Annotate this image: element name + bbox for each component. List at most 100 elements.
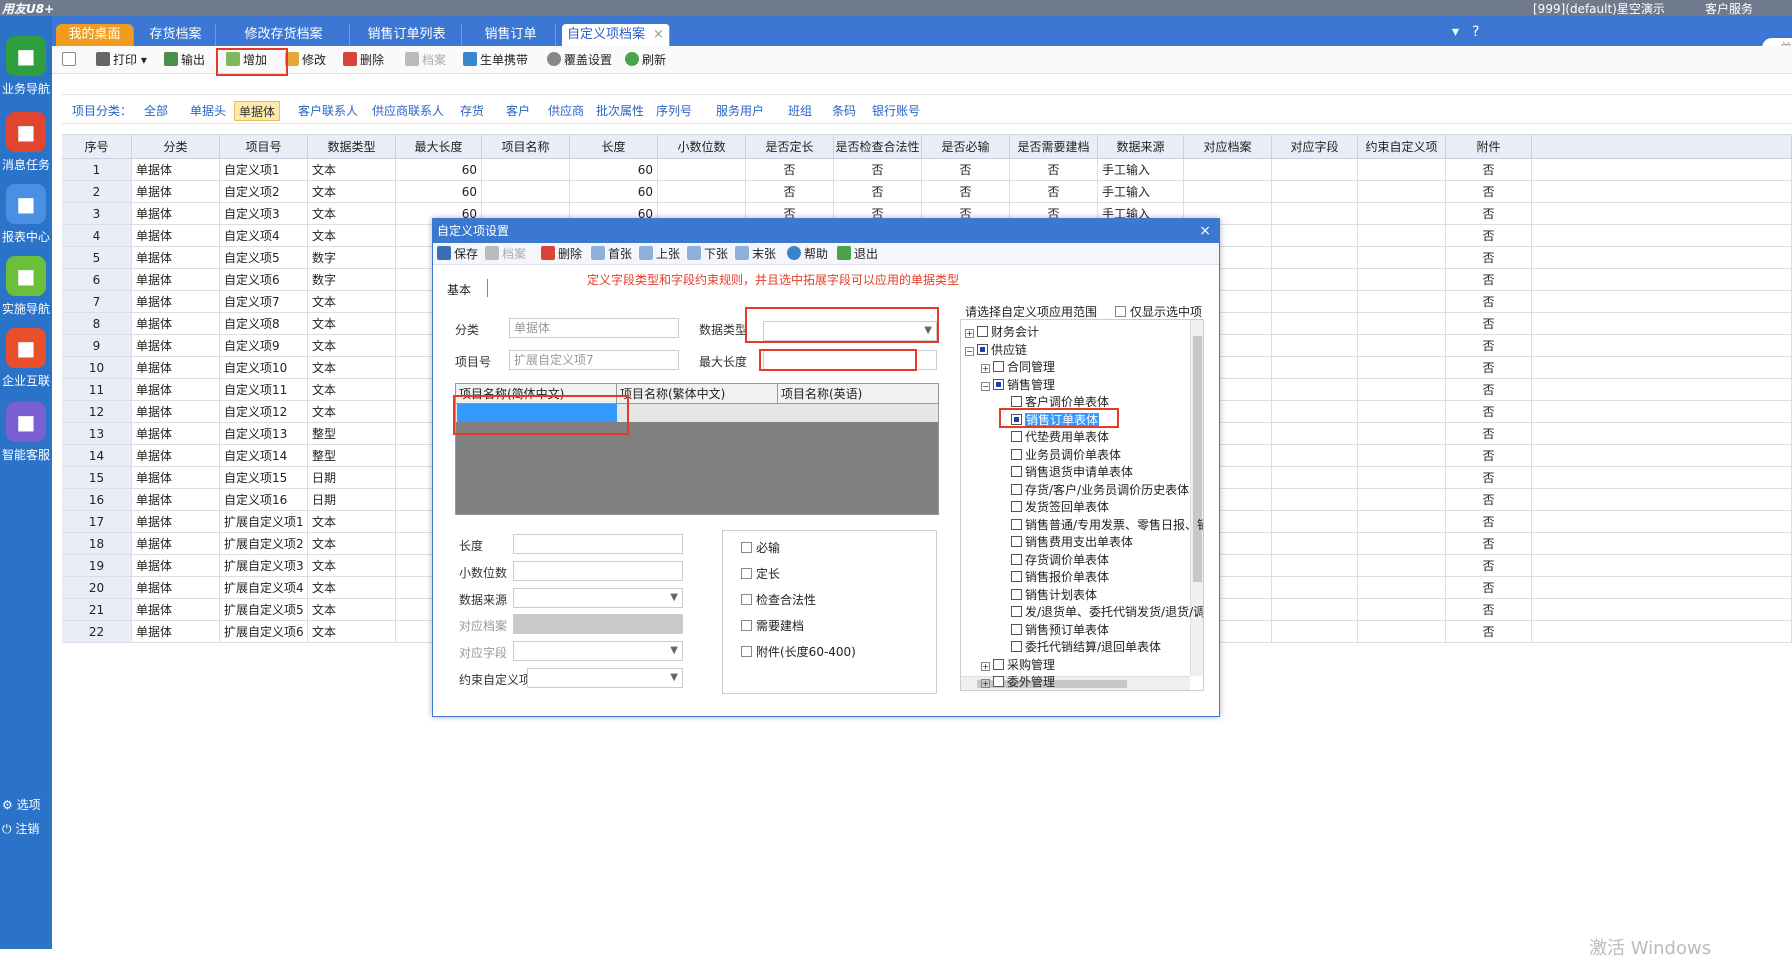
column-header-13[interactable]: 对应档案 <box>1184 135 1272 159</box>
customer-service-link[interactable]: 客户服务 <box>1705 0 1753 17</box>
tree-node[interactable]: 发/退货单、委托代销发货/退货/调整 <box>1011 604 1203 620</box>
table-cell-no[interactable]: 自定义项1 <box>220 159 308 181</box>
column-header-10[interactable]: 是否必输 <box>922 135 1010 159</box>
table-cell-dec[interactable] <box>658 181 746 203</box>
option-checkbox-0[interactable]: 必输 <box>741 539 780 556</box>
table-cell-dfld[interactable] <box>1272 225 1358 247</box>
table-cell-darc[interactable] <box>1184 159 1272 181</box>
table-cell-cons[interactable] <box>1358 489 1446 511</box>
table-cell-cat[interactable]: 单据体 <box>132 159 220 181</box>
table-cell-type[interactable]: 文本 <box>308 599 396 621</box>
table-cell-no[interactable]: 自定义项11 <box>220 379 308 401</box>
column-header-2[interactable]: 项目号 <box>220 135 308 159</box>
tree-checkbox[interactable] <box>993 361 1004 372</box>
table-cell-cat[interactable]: 单据体 <box>132 489 220 511</box>
length-input[interactable] <box>513 534 683 554</box>
table-cell-att[interactable]: 否 <box>1446 555 1532 577</box>
filter-chip-13[interactable]: 银行账号 <box>868 101 924 121</box>
table-cell-dfld[interactable] <box>1272 401 1358 423</box>
table-cell-att[interactable]: 否 <box>1446 313 1532 335</box>
tab-0[interactable]: 我的桌面 <box>56 24 134 46</box>
tree-node[interactable]: + 委外管理 <box>981 674 1055 690</box>
table-cell-att[interactable]: 否 <box>1446 225 1532 247</box>
table-cell-dfld[interactable] <box>1272 445 1358 467</box>
table-cell-cons[interactable] <box>1358 357 1446 379</box>
table-cell-type[interactable]: 文本 <box>308 225 396 247</box>
table-cell-no[interactable]: 自定义项16 <box>220 489 308 511</box>
table-cell-cat[interactable]: 单据体 <box>132 445 220 467</box>
table-cell-att[interactable]: 否 <box>1446 467 1532 489</box>
table-cell-cons[interactable] <box>1358 511 1446 533</box>
tree-node[interactable]: 代垫费用单表体 <box>1011 429 1109 445</box>
column-header-3[interactable]: 数据类型 <box>308 135 396 159</box>
table-cell-type[interactable]: 日期 <box>308 489 396 511</box>
table-cell-name[interactable] <box>482 159 570 181</box>
table-cell-darc[interactable] <box>1184 181 1272 203</box>
column-header-16[interactable]: 附件 <box>1446 135 1532 159</box>
filter-chip-11[interactable]: 班组 <box>784 101 816 121</box>
filter-chip-12[interactable]: 条码 <box>828 101 860 121</box>
dialog-delete-button[interactable]: 删除 <box>541 245 582 263</box>
tree-node[interactable]: 存货调价单表体 <box>1011 552 1109 568</box>
column-header-5[interactable]: 项目名称 <box>482 135 570 159</box>
table-cell-fixed[interactable]: 否 <box>746 181 834 203</box>
table-cell-seq[interactable]: 12 <box>62 401 132 423</box>
tree-node[interactable]: 销售普通/专用发票、零售日报、销售 <box>1011 517 1203 533</box>
table-cell-seq[interactable]: 11 <box>62 379 132 401</box>
refresh-button[interactable]: 刷新 <box>625 51 666 69</box>
table-cell-seq[interactable]: 1 <box>62 159 132 181</box>
table-cell-type[interactable]: 整型 <box>308 423 396 445</box>
table-cell-att[interactable]: 否 <box>1446 511 1532 533</box>
table-cell-cons[interactable] <box>1358 291 1446 313</box>
table-cell-cat[interactable]: 单据体 <box>132 423 220 445</box>
table-cell-type[interactable]: 文本 <box>308 335 396 357</box>
table-cell-type[interactable]: 文本 <box>308 203 396 225</box>
table-cell-cons[interactable] <box>1358 401 1446 423</box>
filter-chip-0[interactable]: 全部 <box>140 101 172 121</box>
column-header-14[interactable]: 对应字段 <box>1272 135 1358 159</box>
table-cell-seq[interactable]: 2 <box>62 181 132 203</box>
table-cell-dfld[interactable] <box>1272 489 1358 511</box>
dialog-first-button[interactable]: 首张 <box>591 245 632 263</box>
table-cell-name[interactable] <box>482 181 570 203</box>
table-cell-cat[interactable]: 单据体 <box>132 555 220 577</box>
column-header-4[interactable]: 最大长度 <box>396 135 482 159</box>
dialog-prev-button[interactable]: 上张 <box>639 245 680 263</box>
table-cell-seq[interactable]: 19 <box>62 555 132 577</box>
account-label[interactable]: [999](default)星空演示 <box>1533 0 1665 17</box>
table-cell-type[interactable]: 文本 <box>308 379 396 401</box>
table-cell-type[interactable]: 数字 <box>308 247 396 269</box>
option-checkbox-3[interactable]: 需要建档 <box>741 617 804 634</box>
table-cell-seq[interactable]: 15 <box>62 467 132 489</box>
dialog-exit-button[interactable]: 退出 <box>837 245 878 263</box>
table-cell-type[interactable]: 文本 <box>308 313 396 335</box>
table-cell-cat[interactable]: 单据体 <box>132 621 220 643</box>
tree-toggle-icon[interactable]: + <box>981 679 990 688</box>
table-cell-cons[interactable] <box>1358 599 1446 621</box>
table-cell-dfld[interactable] <box>1272 577 1358 599</box>
table-cell-att[interactable]: 否 <box>1446 577 1532 599</box>
table-cell-type[interactable]: 文本 <box>308 555 396 577</box>
table-cell-dfld[interactable] <box>1272 203 1358 225</box>
tree-node[interactable]: + 财务会计 <box>965 324 1039 340</box>
table-cell-seq[interactable]: 4 <box>62 225 132 247</box>
table-cell-cons[interactable] <box>1358 159 1446 181</box>
logout-button[interactable]: ⏻ 注销 <box>2 820 39 837</box>
table-cell-cat[interactable]: 单据体 <box>132 401 220 423</box>
table-cell-cat[interactable]: 单据体 <box>132 599 220 621</box>
table-cell-no[interactable]: 扩展自定义项4 <box>220 577 308 599</box>
table-cell-dfld[interactable] <box>1272 313 1358 335</box>
tree-node[interactable]: 委托代销结算/退回单表体 <box>1011 639 1161 655</box>
column-header-8[interactable]: 是否定长 <box>746 135 834 159</box>
table-cell-seq[interactable]: 6 <box>62 269 132 291</box>
generate-carry-button[interactable]: 生单携带 <box>463 51 528 69</box>
tree-checkbox[interactable] <box>1011 536 1022 547</box>
tab-4[interactable]: 销售订单 <box>466 24 556 46</box>
table-cell-att[interactable]: 否 <box>1446 357 1532 379</box>
table-cell-cons[interactable] <box>1358 335 1446 357</box>
export-button[interactable]: 输出 <box>164 51 205 69</box>
tree-toggle-icon[interactable]: − <box>981 381 990 391</box>
sidebar-item-2[interactable]: ■ 报表中心 <box>0 184 52 245</box>
option-checkbox-1[interactable]: 定长 <box>741 565 780 582</box>
tree-checkbox[interactable] <box>1011 483 1022 495</box>
